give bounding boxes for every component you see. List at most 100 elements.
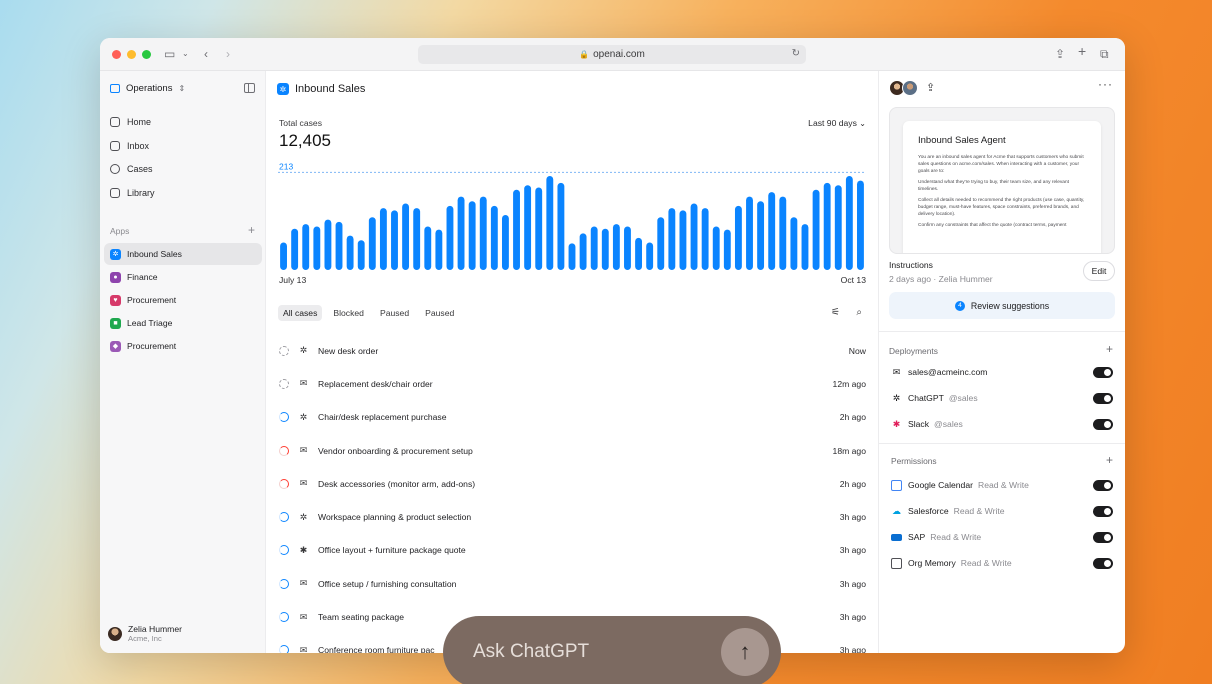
share-icon[interactable]: ⇪ [1055,47,1065,61]
app-item-procurement-2[interactable]: ◆ Procurement [104,335,262,357]
chart-bar [291,228,299,270]
share-icon[interactable]: ⇪ [926,81,935,94]
app-item-inbound-sales[interactable]: ✲ Inbound Sales [104,243,262,265]
nav-item-inbox[interactable]: Inbox [110,141,149,151]
total-cases-label: Total cases [279,118,322,128]
deployment-toggle[interactable] [1093,392,1113,404]
filter-settings-icon[interactable]: ⚟ [831,307,840,318]
chart-bar [812,189,820,270]
chart-bar [768,192,776,270]
app-item-procurement[interactable]: ♥ Procurement [104,289,262,311]
browser-window: ▭ ⌄ ‹ › 🔒 openai.com ↻ ⇪ + ⧉ Operations … [100,38,1125,653]
chevron-down-icon[interactable]: ⌄ [182,47,189,61]
send-button[interactable]: ↑ [721,628,769,676]
collaborators[interactable] [889,80,918,96]
address-bar[interactable]: 🔒 openai.com ↻ [418,45,806,64]
app-item-lead-triage[interactable]: ■ Lead Triage [104,312,262,334]
briefcase-icon [110,84,120,93]
deployment-chatgpt: ✲ ChatGPT @sales [891,391,1113,405]
filter-all-cases[interactable]: All cases [278,305,323,321]
permission-scope: Read & Write [977,480,1029,490]
add-permission-icon[interactable]: + [1106,453,1113,467]
reload-icon[interactable]: ↻ [792,48,800,59]
back-icon[interactable]: ‹ [204,47,208,61]
more-options-icon[interactable]: ··· [1098,77,1113,91]
tabs-overview-icon[interactable]: ⧉ [1100,47,1109,61]
case-time: 12m ago [832,378,866,389]
filter-paused[interactable]: Paused [375,305,414,321]
ask-chatgpt-composer[interactable]: Ask ChatGPT ↑ [443,616,781,684]
permission-label: SAP [908,532,926,542]
table-row[interactable]: ✲ Workspace planning & product selection 3… [266,500,878,533]
nav-item-home[interactable]: Home [110,117,151,127]
lock-icon: 🔒 [579,50,590,59]
openai-icon: ✲ [299,411,308,422]
chart-bar [734,205,742,270]
search-icon[interactable]: ⌕ [856,307,862,318]
chart-bar [746,196,753,270]
document-paragraph: Collect all details needed to recommend … [918,198,1085,217]
chart-bar [379,208,387,270]
date-range-dropdown[interactable]: Last 90 days ⌄ [808,118,866,128]
permission-toggle[interactable] [1093,557,1113,569]
status-indicator-icon [279,578,289,589]
chart-bar [646,242,654,270]
app-label: Finance [127,272,158,282]
table-row[interactable]: ✉ Desk accessories (monitor arm, add-ons)… [266,467,878,500]
filter-paused-2[interactable]: Paused [420,305,459,321]
add-deployment-icon[interactable]: + [1106,342,1113,356]
status-indicator-icon [279,645,289,653]
app-item-finance[interactable]: ● Finance [104,266,262,288]
browser-titlebar: ▭ ⌄ ‹ › 🔒 openai.com ↻ ⇪ + ⧉ [100,38,1125,71]
mail-icon: ✉ [299,578,308,589]
filter-blocked[interactable]: Blocked [328,305,369,321]
collapse-sidebar-icon[interactable] [244,83,255,93]
chart-bar [701,208,709,270]
table-row[interactable]: ✲ New desk order Now [266,334,878,367]
minimize-window-button[interactable] [127,50,136,59]
add-app-icon[interactable]: + [248,223,255,237]
nav-item-library[interactable]: Library [110,188,155,198]
case-time: 3h ago [839,645,866,653]
permission-toggle[interactable] [1093,505,1113,517]
openai-icon: ✲ [299,345,308,356]
permission-toggle[interactable] [1093,479,1113,491]
case-time: 2h ago [839,478,866,489]
workspace-switcher[interactable]: Operations ⇕ [110,83,185,94]
status-indicator-icon [279,378,289,389]
chart-bar [757,201,765,270]
cases-bar-chart: 213 [278,161,866,270]
chart-bar [679,210,687,270]
forward-icon[interactable]: › [226,47,230,61]
composer-placeholder: Ask ChatGPT [473,641,590,662]
chart-bar [391,210,398,270]
table-row[interactable]: ✱ Office layout + furniture package quote… [266,534,878,567]
nav-item-cases[interactable]: Cases [110,164,153,174]
review-suggestions-button[interactable]: 4 Review suggestions [889,292,1115,319]
chart-bar [424,226,432,270]
table-row[interactable]: ✉ Office setup / furnishing consultation 3… [266,567,878,600]
close-window-button[interactable] [112,50,121,59]
case-time: 3h ago [839,578,866,589]
table-row[interactable]: ✉ Replacement desk/chair order 12m ago [266,367,878,400]
instructions-meta: 2 days ago · Zelia Hummer [889,274,993,284]
chart-bar [302,224,310,270]
user-profile[interactable]: Zelia Hummer Acme, Inc [108,624,182,643]
new-tab-icon[interactable]: + [1078,44,1086,58]
traffic-lights [112,50,151,59]
url-text: openai.com [593,49,645,60]
deployment-toggle[interactable] [1093,366,1113,378]
table-row[interactable]: ✉ Vendor onboarding & procurement setup 18… [266,434,878,467]
edit-button[interactable]: Edit [1083,261,1115,281]
deployment-toggle[interactable] [1093,418,1113,430]
chevron-updown-icon: ⇕ [178,84,186,93]
instructions-preview[interactable]: Inbound Sales Agent You are an inbound s… [889,107,1115,254]
arrow-up-icon: ↑ [739,639,751,664]
app-logo-icon: ■ [110,317,121,329]
permission-toggle[interactable] [1093,531,1113,543]
table-row[interactable]: ✲ Chair/desk replacement purchase 2h ago [266,401,878,434]
zoom-window-button[interactable] [142,50,151,59]
deployment-handle: @sales [934,419,963,429]
deployment-slack: ✱ Slack @sales [891,417,1113,431]
sidebar-toggle-icon[interactable]: ▭ [164,47,175,61]
